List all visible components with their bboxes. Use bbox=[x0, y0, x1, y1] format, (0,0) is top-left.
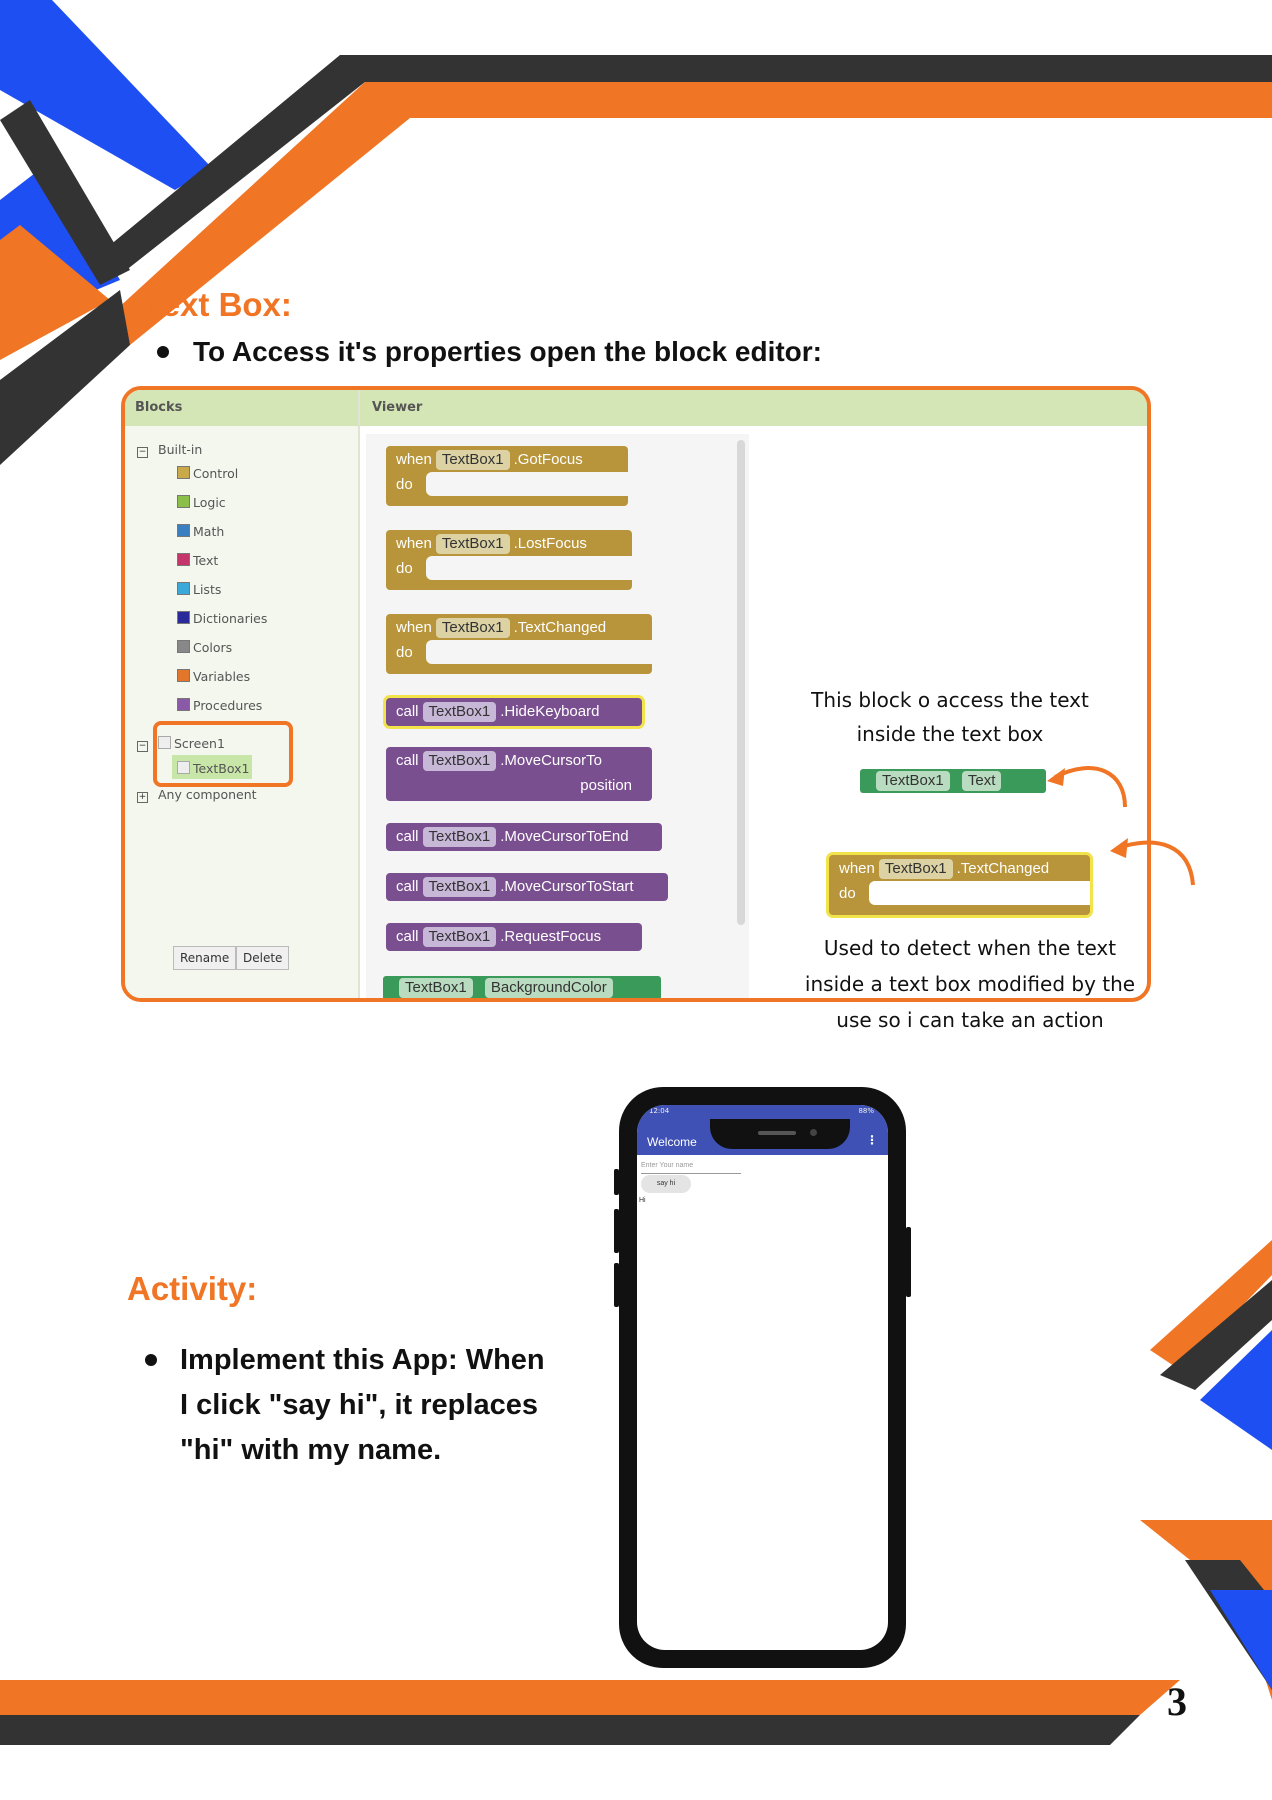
category-color-icon bbox=[177, 640, 190, 653]
category-control[interactable]: Control bbox=[177, 466, 238, 481]
page-number: 3 bbox=[1167, 1679, 1187, 1724]
say-hi-button[interactable]: say hi bbox=[641, 1175, 691, 1193]
category-color-icon bbox=[177, 466, 190, 479]
category-color-icon bbox=[177, 698, 190, 711]
phone-notch bbox=[710, 1119, 850, 1149]
category-text[interactable]: Text bbox=[177, 553, 218, 568]
collapse-icon[interactable]: − bbox=[137, 447, 148, 458]
call-block-movecursortoend[interactable]: call TextBox1 .MoveCursorToEnd bbox=[386, 823, 662, 851]
phone-screen: 12:04 88% Welcome ⋮ Enter Your name say … bbox=[637, 1105, 888, 1650]
category-color-icon bbox=[177, 582, 190, 595]
call-block-movecursortostart[interactable]: call TextBox1 .MoveCursorToStart bbox=[386, 873, 668, 901]
annotation-event-block: when TextBox1 .TextChanged do bbox=[829, 855, 1090, 915]
getter-block-text: TextBox1 Text bbox=[860, 769, 1046, 793]
expand-icon[interactable]: + bbox=[137, 792, 148, 803]
section-title-activity: Activity: bbox=[127, 1270, 258, 1307]
event-block-lostfocus[interactable]: when TextBox1 .LostFocus do bbox=[386, 530, 632, 590]
app-title: Welcome bbox=[647, 1135, 697, 1149]
category-logic[interactable]: Logic bbox=[177, 495, 226, 510]
textbox-bullet-text: To Access it's properties open the block… bbox=[193, 336, 823, 367]
category-math[interactable]: Math bbox=[177, 524, 224, 539]
category-color-icon bbox=[177, 669, 190, 682]
category-procedures[interactable]: Procedures bbox=[177, 698, 262, 713]
delete-button[interactable]: Delete bbox=[236, 946, 290, 970]
phone-mockup: 12:04 88% Welcome ⋮ Enter Your name say … bbox=[614, 1087, 911, 1668]
category-color-icon bbox=[177, 611, 190, 624]
blocks-panel: Blocks − Built-in Control Logic Math Text Lis… bbox=[125, 390, 360, 998]
category-variables[interactable]: Variables bbox=[177, 669, 250, 684]
category-color-icon bbox=[177, 495, 190, 508]
curved-arrow-icon bbox=[1047, 766, 1127, 808]
event-block-gotfocus[interactable]: when TextBox1 .GotFocus do bbox=[386, 446, 628, 506]
category-color-icon bbox=[177, 553, 190, 566]
event-block-textchanged[interactable]: when TextBox1 .TextChanged do bbox=[386, 614, 652, 674]
rename-button[interactable]: Rename bbox=[173, 946, 237, 970]
status-battery: 88% bbox=[858, 1107, 874, 1115]
viewer-scrollbar[interactable] bbox=[737, 440, 745, 925]
access-note: This block o access the text inside the … bbox=[811, 688, 1089, 746]
curved-arrow-icon-2 bbox=[1110, 838, 1195, 886]
overflow-menu-icon[interactable]: ⋮ bbox=[866, 1133, 878, 1147]
collapse-icon[interactable]: − bbox=[137, 741, 148, 752]
call-block-movecursorto[interactable]: call TextBox1 .MoveCursorTo position bbox=[386, 747, 652, 801]
status-time: 12:04 bbox=[649, 1107, 670, 1115]
highlight-box bbox=[153, 721, 293, 787]
detect-note: Used to detect when the text inside a te… bbox=[804, 936, 1136, 1032]
tree-builtin[interactable]: − Built-in bbox=[137, 442, 202, 458]
name-input[interactable]: Enter Your name bbox=[641, 1159, 741, 1174]
hi-label: Hi bbox=[639, 1197, 646, 1204]
tree-any-component[interactable]: + Any component bbox=[137, 787, 257, 803]
property-block-backgroundcolor[interactable]: TextBox1 BackgroundColor bbox=[383, 976, 661, 998]
category-dictionaries[interactable]: Dictionaries bbox=[177, 611, 267, 626]
activity-text: Implement this App: When I click "say hi… bbox=[180, 1344, 545, 1466]
viewer-header: Viewer bbox=[360, 390, 1147, 426]
category-lists[interactable]: Lists bbox=[177, 582, 221, 597]
category-color-icon bbox=[177, 524, 190, 537]
category-colors[interactable]: Colors bbox=[177, 640, 232, 655]
bullet-dot bbox=[145, 1354, 157, 1366]
blocks-header: Blocks bbox=[125, 390, 358, 426]
call-block-hidekeyboard[interactable]: call TextBox1 .HideKeyboard bbox=[386, 698, 642, 726]
section-title-textbox: Text Box: bbox=[144, 286, 292, 323]
call-block-requestfocus[interactable]: call TextBox1 .RequestFocus bbox=[386, 923, 642, 951]
bullet-dot bbox=[157, 346, 169, 358]
